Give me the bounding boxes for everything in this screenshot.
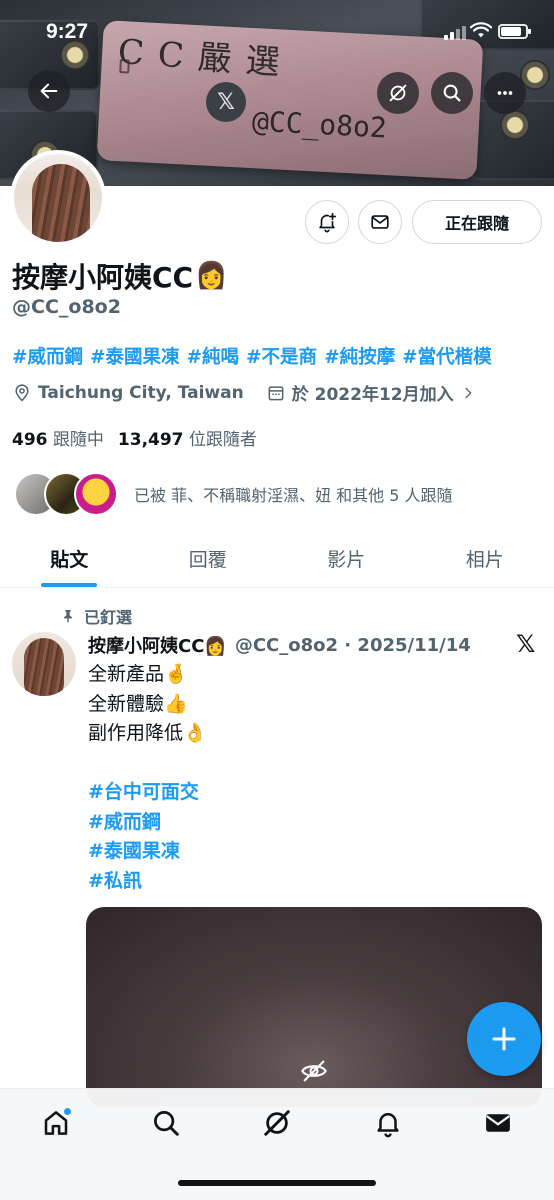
back-button[interactable] [28,70,70,112]
tweet-body: 全新產品🤞 全新體驗👍 副作用降低👌 #台中可面交 #威而鋼 #泰國果凍 #私訊 [88,660,207,896]
banner-printed-handle: @CC_o8o2 [251,104,388,145]
hashtag-link[interactable]: #威而鋼 [12,343,83,369]
search-icon [443,84,461,102]
profile-display-name: 按摩小阿姨CC 👩 [12,256,227,296]
nav-notifications[interactable] [370,1105,406,1141]
home-indicator [178,1180,376,1186]
bio-hashtags: #威而鋼 #泰國果凍 #純喝 #不是商 #純按摩 #當代楷模 [12,343,492,369]
banner-x-logo-icon: 𝕏 [206,82,246,122]
notifications-icon [377,1113,399,1138]
tweet-hashtag[interactable]: #泰國果凍 [88,837,207,867]
tweet-handle-date[interactable]: @CC_o8o2 · 2025/11/14 [235,635,471,656]
profile-avatar[interactable] [10,150,106,246]
profile-location: Taichung City, Taiwan [38,382,244,403]
tweet-line: 全新體驗👍 [88,692,188,715]
pin-icon [64,610,72,623]
notification-dot [63,1107,72,1116]
following-count: 496 [12,430,48,450]
wifi-icon [470,22,492,38]
grok-icon [389,84,407,102]
bell-plus-icon [319,212,337,233]
follower-avatar [74,472,118,516]
hashtag-link[interactable]: #不是商 [246,343,317,369]
nav-grok[interactable] [259,1105,295,1141]
envelope-icon [371,215,389,229]
cellular-signal-icon [444,24,466,40]
followers-count: 13,497 [117,430,184,450]
tweet-line: 全新產品🤞 [88,663,188,685]
more-icon [497,91,513,95]
grok-icon [264,1110,290,1136]
avatar-hair [24,638,64,696]
tweet-hashtag[interactable]: #威而鋼 [88,808,207,838]
hashtag-link[interactable]: #純喝 [187,343,240,369]
more-options-button[interactable] [484,72,526,114]
nav-search[interactable] [148,1105,184,1141]
tweet-line: 副作用降低👌 [88,722,207,744]
compose-button[interactable] [467,1002,541,1076]
banner-knob [500,110,530,140]
battery-icon [498,24,531,39]
following-label: 跟隨中 [52,430,104,450]
location-pin-icon [15,383,29,402]
status-bar: 9:27 [0,0,554,60]
messages-icon [486,1114,510,1132]
hashtag-link[interactable]: #當代楷模 [402,343,492,369]
nav-home[interactable] [38,1105,74,1141]
followers-you-know[interactable]: 已被 菲、不稱職射淫濕、妞 和其他 5 人跟隨 [14,472,453,516]
search-button[interactable] [431,72,473,114]
tab-photos[interactable]: 相片 [416,530,554,587]
tweet-author-emoji: 👩 [204,636,227,657]
profile-joined-date: 於 2022年12月加入 [291,385,454,405]
followers-count-link[interactable]: 13,497 位跟隨者 [118,425,257,450]
x-logo-icon: 𝕏 [516,630,536,658]
following-count-link[interactable]: 496 跟隨中 [12,425,104,450]
hashtag-link[interactable]: #純按摩 [324,343,395,369]
followers-you-know-text: 已被 菲、不稱職射淫濕、妞 和其他 5 人跟隨 [134,486,453,505]
back-arrow-icon [40,83,58,99]
pinned-label: 已釘選 [84,608,133,627]
nav-messages[interactable] [480,1105,516,1141]
tweet-hashtag[interactable]: #私訊 [88,867,207,897]
chevron-right-icon[interactable] [460,385,476,401]
plus-icon [492,1027,516,1051]
tweet-hashtag[interactable]: #台中可面交 [88,778,207,808]
avatar-hair [32,164,90,242]
profile-meta: Taichung City, Taiwan 於 2022年12月加入 [12,380,476,405]
tweet-header: 按摩小阿姨CC👩 @CC_o8o2 · 2025/11/14 [88,632,471,658]
grok-button[interactable] [377,72,419,114]
tab-posts[interactable]: 貼文 [0,530,139,587]
profile-handle: @CC_o8o2 [12,296,121,318]
profile-tabs: 貼文 回覆 影片 相片 [0,530,554,588]
hashtag-link[interactable]: #泰國果凍 [90,343,180,369]
tweet-author-avatar[interactable] [12,632,76,696]
battery-level [501,27,522,36]
tweet-line [88,749,207,779]
notifications-subscribe-button[interactable] [305,200,349,244]
tab-videos[interactable]: 影片 [277,530,416,587]
pinned-indicator: 已釘選 [60,604,132,628]
tweet-author-name-text: 按摩小阿姨CC [88,636,205,657]
tab-replies[interactable]: 回覆 [139,530,278,587]
following-button[interactable]: 正在跟隨 [412,200,542,244]
followers-label: 位跟隨者 [188,430,257,450]
hidden-content-icon [301,1060,327,1082]
display-name-emoji: 👩 [195,261,228,291]
display-name-text: 按摩小阿姨CC [12,261,194,294]
status-time: 9:27 [46,20,89,43]
tweet-author-name[interactable]: 按摩小阿姨CC👩 [88,632,227,658]
search-icon [154,1111,179,1136]
tweet-media-hidden[interactable] [86,907,542,1107]
message-button[interactable] [358,200,402,244]
follow-counts: 496 跟隨中 13,497 位跟隨者 [12,425,257,450]
calendar-icon [268,385,284,400]
